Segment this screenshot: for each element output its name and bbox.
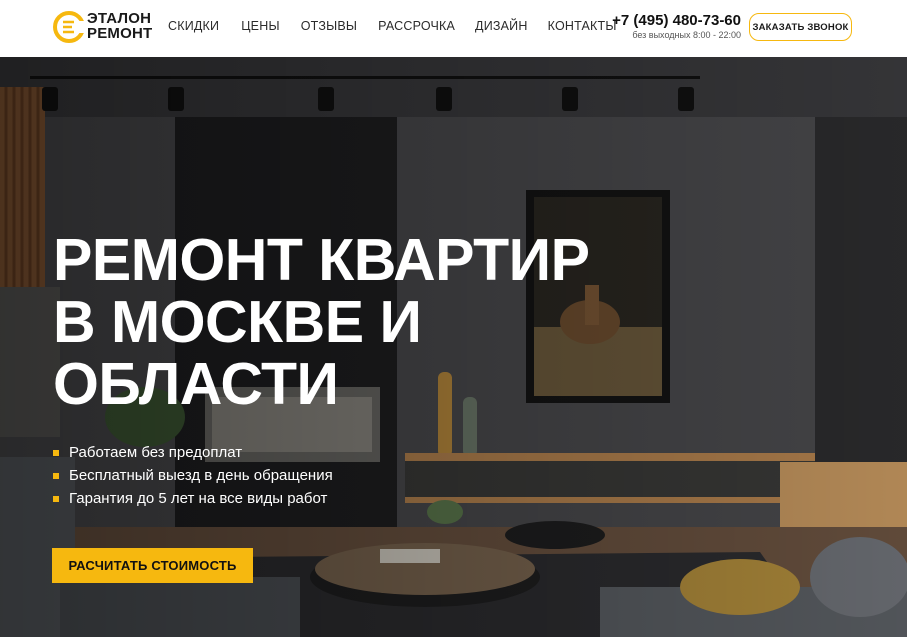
nav-item-reviews[interactable]: ОТЗЫВЫ xyxy=(301,19,357,33)
logo-line-1: ЭТАЛОН xyxy=(87,10,152,27)
square-bullet-icon xyxy=(53,472,59,479)
hero-title-line-2: В МОСКВЕ И xyxy=(53,289,422,355)
nav-item-prices[interactable]: ЦЕНЫ xyxy=(241,19,279,33)
working-hours: без выходных 8:00 - 22:00 xyxy=(632,30,741,40)
nav-item-discounts[interactable]: СКИДКИ xyxy=(168,19,219,33)
nav-item-installment[interactable]: РАССРОЧКА xyxy=(378,19,455,33)
benefits-list: Работаем без предоплат Бесплатный выезд … xyxy=(53,441,333,510)
hero-section: РЕМОНТ КВАРТИР В МОСКВЕ И ОБЛАСТИ Работа… xyxy=(0,57,907,637)
hero-title: РЕМОНТ КВАРТИР В МОСКВЕ И ОБЛАСТИ xyxy=(53,229,693,415)
site-header: ЭТАЛОН РЕМОНТ СКИДКИ ЦЕНЫ ОТЗЫВЫ РАССРОЧ… xyxy=(0,0,907,57)
benefit-text: Бесплатный выезд в день обращения xyxy=(69,467,333,484)
benefit-item: Гарантия до 5 лет на все виды работ xyxy=(53,487,333,510)
hero-title-line-3: ОБЛАСТИ xyxy=(53,351,339,417)
logo-mark-icon xyxy=(53,11,85,43)
phone-block: +7 (495) 480-73-60 без выходных 8:00 - 2… xyxy=(603,12,741,41)
benefit-item: Работаем без предоплат xyxy=(53,441,333,464)
logo-text: ЭТАЛОН РЕМОНТ xyxy=(87,11,152,41)
nav-item-design[interactable]: ДИЗАЙН xyxy=(475,19,528,33)
callback-button[interactable]: ЗАКАЗАТЬ ЗВОНОК xyxy=(749,13,852,41)
benefit-text: Работаем без предоплат xyxy=(69,444,243,461)
hero-title-line-1: РЕМОНТ КВАРТИР xyxy=(53,227,590,293)
benefit-text: Гарантия до 5 лет на все виды работ xyxy=(69,490,328,507)
calculate-cost-button[interactable]: РАСЧИТАТЬ СТОИМОСТЬ xyxy=(52,548,253,583)
square-bullet-icon xyxy=(53,449,59,456)
logo-line-2: РЕМОНТ xyxy=(87,25,153,42)
logo[interactable]: ЭТАЛОН РЕМОНТ xyxy=(53,9,153,45)
phone-number[interactable]: +7 (495) 480-73-60 xyxy=(603,12,741,30)
main-nav: СКИДКИ ЦЕНЫ ОТЗЫВЫ РАССРОЧКА ДИЗАЙН КОНТ… xyxy=(168,19,617,33)
benefit-item: Бесплатный выезд в день обращения xyxy=(53,464,333,487)
square-bullet-icon xyxy=(53,495,59,502)
